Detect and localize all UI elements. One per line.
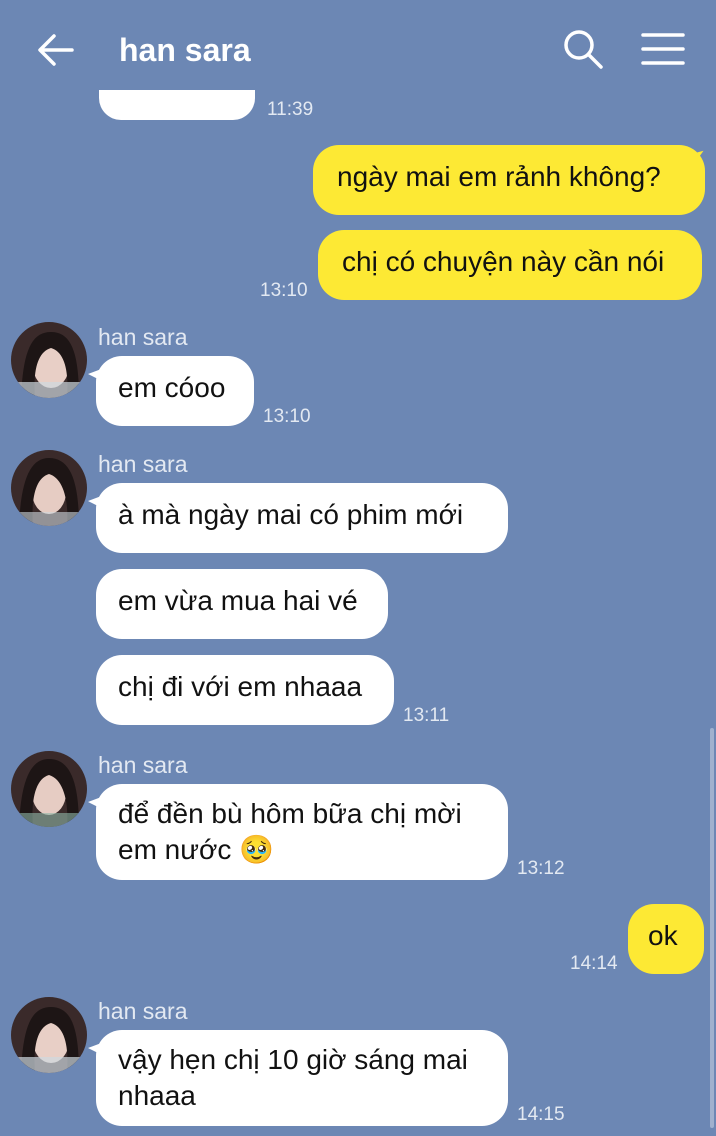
message-time: 14:15	[517, 1104, 565, 1125]
sender-name: han sara	[98, 324, 188, 350]
menu-icon[interactable]	[641, 31, 685, 67]
avatar[interactable]	[11, 997, 87, 1073]
avatar[interactable]	[11, 450, 87, 526]
search-icon[interactable]	[562, 28, 604, 70]
outgoing-message[interactable]: ngày mai em rảnh không?	[313, 145, 705, 215]
message-text-line: vậy hẹn chị 10 giờ sáng mai	[118, 1044, 468, 1075]
incoming-message[interactable]: vậy hẹn chị 10 giờ sáng mai nhaaa	[96, 1030, 508, 1126]
bubble-tail	[88, 796, 104, 810]
outgoing-message[interactable]: chị có chuyện này cần nói	[318, 230, 702, 300]
chat-title[interactable]: han sara	[119, 30, 251, 70]
message-text-line: nhaaa	[118, 1080, 196, 1111]
bubble-tail	[88, 1042, 104, 1056]
message-text: em cóoo	[118, 372, 226, 403]
message-time: 11:39	[267, 99, 314, 120]
avatar[interactable]	[11, 322, 87, 398]
chat-header: han sara	[0, 0, 716, 100]
message-text-line: em nước 🥹	[118, 834, 274, 865]
outgoing-message[interactable]: ok	[628, 904, 704, 974]
scrollbar[interactable]	[710, 728, 714, 1128]
incoming-message[interactable]: à mà ngày mai có phim mới	[96, 483, 508, 553]
message-text: chị đi với em nhaaa	[118, 671, 363, 702]
incoming-message[interactable]: em vừa mua hai vé	[96, 569, 388, 639]
sender-name: han sara	[98, 451, 188, 477]
message-text: ngày mai em rảnh không?	[337, 161, 661, 192]
message-time: 13:11	[403, 705, 450, 726]
message-text: chị có chuyện này cần nói	[342, 246, 665, 277]
back-arrow-icon[interactable]	[36, 30, 76, 70]
message-text-line: để đền bù hôm bữa chị mời	[118, 798, 462, 829]
sender-name: han sara	[98, 998, 188, 1024]
message-time: 13:12	[517, 858, 565, 879]
message-text: ok	[648, 920, 678, 951]
message-time: 13:10	[260, 280, 308, 301]
sender-name: han sara	[98, 752, 188, 778]
message-time: 14:14	[570, 953, 618, 974]
message-time: 13:10	[263, 406, 311, 427]
message-text: à mà ngày mai có phim mới	[118, 499, 464, 530]
message-bubble-partial[interactable]	[99, 90, 255, 120]
avatar[interactable]	[11, 751, 87, 827]
bubble-tail	[88, 495, 104, 509]
message-text: em vừa mua hai vé	[118, 585, 358, 616]
incoming-message[interactable]: chị đi với em nhaaa	[96, 655, 394, 725]
bubble-tail	[88, 368, 104, 382]
incoming-message[interactable]: để đền bù hôm bữa chị mời em nước 🥹	[96, 784, 508, 880]
incoming-message[interactable]: em cóoo	[96, 356, 254, 426]
